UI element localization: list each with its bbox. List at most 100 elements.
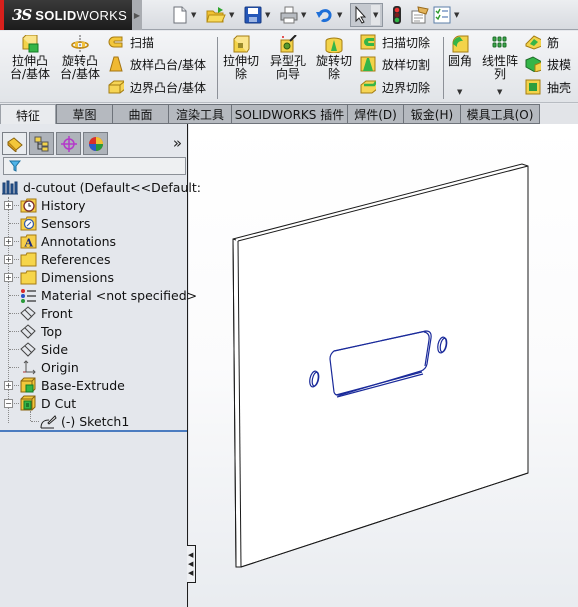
rib-button[interactable]: 筋 bbox=[525, 32, 559, 52]
chevron-down-icon[interactable]: ▼ bbox=[229, 11, 234, 19]
extrude-boss-button[interactable]: 拉伸凸 台/基体 bbox=[10, 35, 50, 81]
tree-item-history[interactable]: History bbox=[20, 196, 85, 214]
tab-display-manager[interactable] bbox=[83, 132, 108, 155]
fillet-dropdown-chevron[interactable]: ▼ bbox=[457, 88, 462, 96]
loft-cut-button[interactable]: 放样切割 bbox=[360, 54, 430, 74]
tab-surfaces[interactable]: 曲面 bbox=[113, 104, 169, 124]
tree-root-part[interactable]: d-cutout (Default<<Default: bbox=[2, 178, 201, 196]
material-icon bbox=[21, 288, 36, 303]
chevron-down-icon[interactable]: ▼ bbox=[337, 11, 342, 19]
rollback-bar[interactable] bbox=[0, 430, 187, 432]
collapse-arrow-icon: ◀ bbox=[188, 551, 194, 559]
tree-item-origin[interactable]: Origin bbox=[20, 358, 79, 376]
linear-pattern-dropdown-chevron[interactable]: ▼ bbox=[497, 88, 502, 96]
chevron-down-icon[interactable]: ▼ bbox=[191, 11, 196, 19]
tab-configuration-manager[interactable] bbox=[56, 132, 81, 155]
linear-pattern-label-2: 列 bbox=[494, 67, 507, 81]
tree-item-references[interactable]: References bbox=[20, 250, 110, 268]
open-button[interactable]: ▼ bbox=[206, 4, 234, 26]
tree-filter-input[interactable] bbox=[3, 157, 186, 175]
revolve-cut-button[interactable]: 旋转切 除 bbox=[316, 35, 352, 81]
print-button[interactable]: ▼ bbox=[280, 4, 306, 26]
tree-item-label: D Cut bbox=[41, 395, 77, 411]
loft-boss-button[interactable]: 放样凸台/基体 bbox=[108, 54, 206, 74]
tab-mold-tools[interactable]: 模具工具(O) bbox=[461, 104, 540, 124]
tree-item-front-plane[interactable]: Front bbox=[20, 304, 73, 322]
expand-base-extrude-toggle[interactable]: + bbox=[4, 381, 13, 390]
tab-solidworks-addins[interactable]: SOLIDWORKS 插件 bbox=[232, 104, 348, 124]
fillet-icon bbox=[452, 35, 469, 53]
chevron-down-icon[interactable]: ▼ bbox=[371, 5, 381, 25]
part-model-drawing bbox=[232, 163, 529, 568]
hole-wizard-button[interactable]: 异型孔 向导 bbox=[270, 35, 306, 81]
rebuild-button[interactable] bbox=[391, 4, 403, 26]
chevron-down-icon[interactable]: ▼ bbox=[454, 11, 459, 19]
expand-dimensions-toggle[interactable]: + bbox=[4, 273, 13, 282]
rib-label: 筋 bbox=[547, 35, 560, 50]
ribbon-separator bbox=[217, 37, 218, 99]
tab-property-manager[interactable] bbox=[29, 132, 54, 155]
command-tabs: 特征 草图 曲面 渲染工具 SOLIDWORKS 插件 焊件(D) 钣金(H) … bbox=[0, 104, 578, 125]
graphics-area[interactable] bbox=[189, 124, 578, 607]
boundary-boss-button[interactable]: 边界凸台/基体 bbox=[108, 77, 206, 97]
tree-item-annotations[interactable]: A Annotations bbox=[20, 232, 116, 250]
revolve-boss-icon bbox=[71, 35, 89, 53]
annotations-icon: A bbox=[20, 234, 37, 249]
undo-arrow-icon bbox=[316, 9, 332, 22]
tree-item-top-plane[interactable]: Top bbox=[20, 322, 62, 340]
save-button[interactable]: ▼ bbox=[244, 4, 270, 26]
revolve-boss-button[interactable]: 旋转凸 台/基体 bbox=[60, 35, 100, 81]
tree-item-side-plane[interactable]: Side bbox=[20, 340, 68, 358]
tab-sketch[interactable]: 草图 bbox=[56, 104, 113, 124]
tree-item-sensors[interactable]: Sensors bbox=[20, 214, 90, 232]
menu-expand-arrow[interactable]: ▶ bbox=[132, 0, 142, 30]
chevron-down-icon[interactable]: ▼ bbox=[301, 11, 306, 19]
file-properties-button[interactable] bbox=[410, 4, 430, 26]
expand-annotations-toggle[interactable]: + bbox=[4, 237, 13, 246]
undo-button[interactable]: ▼ bbox=[316, 4, 342, 26]
extrude-feature-icon bbox=[20, 377, 36, 393]
fillet-button[interactable]: 圆角 bbox=[448, 35, 472, 68]
extrude-cut-button[interactable]: 拉伸切 除 bbox=[223, 35, 259, 81]
more-tabs-chevron-icon[interactable]: » bbox=[173, 134, 182, 152]
extrude-cut-icon bbox=[233, 35, 250, 53]
plate-outline bbox=[232, 163, 529, 568]
loft-cut-icon bbox=[360, 56, 376, 72]
sweep-button[interactable]: 扫描 bbox=[108, 32, 154, 52]
tab-features[interactable]: 特征 bbox=[0, 104, 56, 125]
sweep-cut-icon bbox=[360, 34, 376, 50]
tree-item-label: (-) Sketch1 bbox=[61, 413, 130, 429]
expand-history-toggle[interactable]: + bbox=[4, 201, 13, 210]
tab-feature-manager[interactable] bbox=[2, 132, 27, 155]
collapse-arrow-icon: ◀ bbox=[188, 569, 194, 577]
panel-collapse-handle[interactable]: ◀ ◀ ◀ bbox=[187, 545, 196, 583]
tab-sheet-metal[interactable]: 钣金(H) bbox=[404, 104, 461, 124]
expand-references-toggle[interactable]: + bbox=[4, 255, 13, 264]
tree-connector bbox=[30, 411, 31, 421]
sweep-cut-label: 扫描切除 bbox=[382, 35, 431, 50]
tree-item-base-extrude[interactable]: Base-Extrude bbox=[20, 376, 125, 394]
linear-pattern-button[interactable]: 线性阵 列 bbox=[482, 35, 518, 81]
solidworks-logo[interactable]: 3S SOLIDWORKS bbox=[0, 0, 132, 30]
draft-button[interactable]: 拔模 bbox=[525, 54, 571, 74]
select-button[interactable]: ▼ bbox=[350, 3, 384, 27]
tree-item-d-cut[interactable]: D Cut bbox=[20, 394, 76, 412]
property-manager-icon bbox=[34, 136, 48, 151]
hole-wizard-icon bbox=[280, 35, 297, 53]
tab-render-tools[interactable]: 渲染工具 bbox=[169, 104, 232, 124]
sweep-icon bbox=[108, 36, 123, 48]
tree-item-dimensions[interactable]: Dimensions bbox=[20, 268, 114, 286]
tree-item-label: Base-Extrude bbox=[41, 377, 125, 393]
options-button[interactable]: ▼ bbox=[433, 4, 459, 26]
tree-item-label: History bbox=[41, 197, 86, 213]
tab-weldments[interactable]: 焊件(D) bbox=[348, 104, 404, 124]
boundary-boss-label: 边界凸台/基体 bbox=[130, 80, 207, 95]
boundary-cut-button[interactable]: 边界切除 bbox=[360, 77, 430, 97]
sweep-cut-button[interactable]: 扫描切除 bbox=[360, 32, 430, 52]
new-document-button[interactable]: ▼ bbox=[172, 4, 196, 26]
collapse-d-cut-toggle[interactable]: − bbox=[4, 399, 13, 408]
tree-item-sketch1[interactable]: (-) Sketch1 bbox=[40, 412, 129, 430]
chevron-down-icon[interactable]: ▼ bbox=[265, 11, 270, 19]
shell-button[interactable]: 抽壳 bbox=[525, 77, 571, 97]
tree-item-material[interactable]: Material <not specified> bbox=[20, 286, 197, 304]
